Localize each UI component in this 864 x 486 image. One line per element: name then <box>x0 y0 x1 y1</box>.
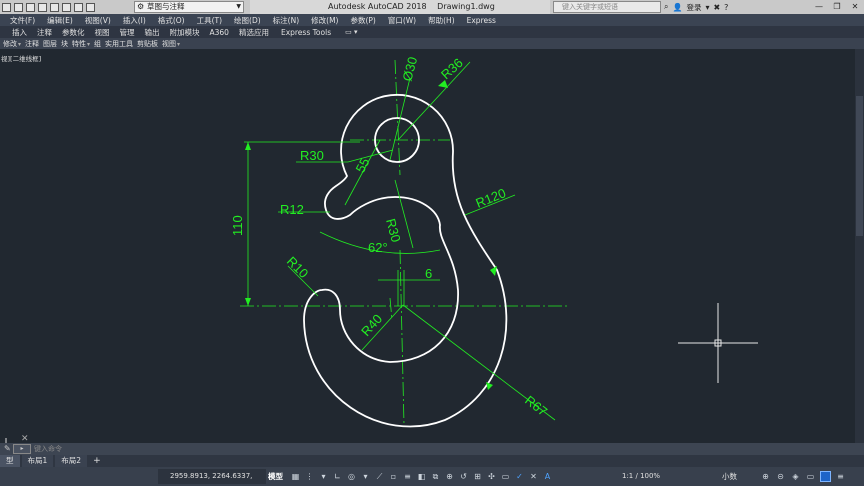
isolate-objects-icon[interactable]: ◈ <box>790 471 801 482</box>
dimension-arrows <box>245 80 497 390</box>
graphics-performance-icon[interactable]: ▭ <box>805 471 816 482</box>
grid-icon[interactable]: ▦ <box>290 471 301 482</box>
command-input[interactable]: 键入命令 <box>34 443 62 455</box>
dim-110-text: 110 <box>230 215 245 236</box>
dim-r120-text: R120 <box>474 185 508 211</box>
dim-r40-text: R40 <box>358 311 385 339</box>
quick-properties-icon[interactable]: ⊕ <box>760 471 771 482</box>
centerlines <box>240 59 570 426</box>
selection-filter-icon[interactable]: ⊞ <box>472 471 483 482</box>
center-mark <box>389 297 393 321</box>
dim-r10-text: R10 <box>284 254 311 281</box>
arrow-110-top <box>245 142 251 150</box>
add-layout-button[interactable]: + <box>93 456 101 466</box>
customization-icon[interactable]: ≡ <box>835 471 846 482</box>
3d-osnap-icon[interactable]: ⊕ <box>444 471 455 482</box>
dim-r67-text: R67 <box>522 393 550 420</box>
annotation-visibility-icon[interactable]: ▭ <box>500 471 511 482</box>
clean-screen-icon[interactable] <box>820 471 831 482</box>
dim-55-text: 55 <box>352 155 372 175</box>
dim-r30a-text: R30 <box>300 148 324 163</box>
tab-model[interactable]: 型 <box>0 455 20 467</box>
dim-6-text: 6 <box>425 266 432 281</box>
auto-scale-icon[interactable]: ✕ <box>528 471 539 482</box>
snap-icon[interactable]: ⋮ <box>304 471 315 482</box>
ortho-icon[interactable]: ∟ <box>332 471 343 482</box>
arrow-110-bottom <box>245 298 251 306</box>
status-bar: 2959.8913, 2264.6337, 0.0000 模型 ▦ ⋮ ▾ ∟ … <box>0 467 864 486</box>
lineweight-icon[interactable]: ≡ <box>402 471 413 482</box>
annotation-scale[interactable]: 1:1 / 100% <box>622 469 660 484</box>
dim-r36-text: R36 <box>438 55 466 82</box>
command-line[interactable]: ✕ ✎ ▸ 键入命令 <box>0 434 864 455</box>
object-snap-icon[interactable]: ▫ <box>388 471 399 482</box>
dim-62-text: 62° <box>368 240 388 255</box>
dim-r12-text: R12 <box>280 202 304 217</box>
close-icon[interactable]: ✕ <box>21 434 29 444</box>
tab-layout2[interactable]: 布局2 <box>55 455 88 467</box>
tab-layout1[interactable]: 布局1 <box>21 455 54 467</box>
hook-contour <box>303 93 508 428</box>
wrench-icon[interactable]: ✎ <box>4 443 11 455</box>
hook-outline <box>303 93 508 428</box>
command-history-button[interactable]: ▸ <box>13 444 31 454</box>
polar-icon[interactable]: ◎ <box>346 471 357 482</box>
selection-cycling-icon[interactable]: ⧉ <box>430 471 441 482</box>
lock-ui-icon[interactable]: ⊝ <box>775 471 786 482</box>
dim-d30-text: Ø30 <box>399 55 420 83</box>
hook-drawing: Ø30 R36 R30 55 R120 R12 R30 62° 110 R10 … <box>5 55 758 453</box>
dynamic-ucs-icon[interactable]: ↺ <box>458 471 469 482</box>
infer-icon[interactable]: ▾ <box>318 471 329 482</box>
gizmo-icon[interactable]: ✣ <box>486 471 497 482</box>
object-snap-tracking-icon[interactable]: ⟋ <box>374 471 385 482</box>
layout-tabs: 型 布局1 布局2 + <box>0 455 864 467</box>
model-space-toggle[interactable]: 模型 <box>268 469 283 484</box>
isodraft-icon[interactable]: ▾ <box>360 471 371 482</box>
annotation-scale-icon[interactable]: A <box>542 471 553 482</box>
units-selector[interactable]: 小数 <box>722 469 737 484</box>
coordinate-readout[interactable]: 2959.8913, 2264.6337, 0.0000 <box>158 469 266 484</box>
arrow-r67 <box>486 382 493 390</box>
crosshair-cursor <box>678 303 758 383</box>
dimension-text: Ø30 R36 R30 55 R120 R12 R30 62° 110 R10 … <box>230 55 550 419</box>
status-right-icons: ⊕ ⊝ ◈ ▭ ≡ <box>760 469 846 484</box>
annotation-monitor-icon[interactable]: ✓ <box>514 471 525 482</box>
drafting-aids: ▦ ⋮ ▾ ∟ ◎ ▾ ⟋ ▫ ≡ ◧ ⧉ ⊕ ↺ ⊞ ✣ ▭ ✓ ✕ A <box>290 469 553 484</box>
vertical-centerline-main <box>399 249 405 426</box>
transparency-icon[interactable]: ◧ <box>416 471 427 482</box>
arrow-r120 <box>490 266 497 276</box>
